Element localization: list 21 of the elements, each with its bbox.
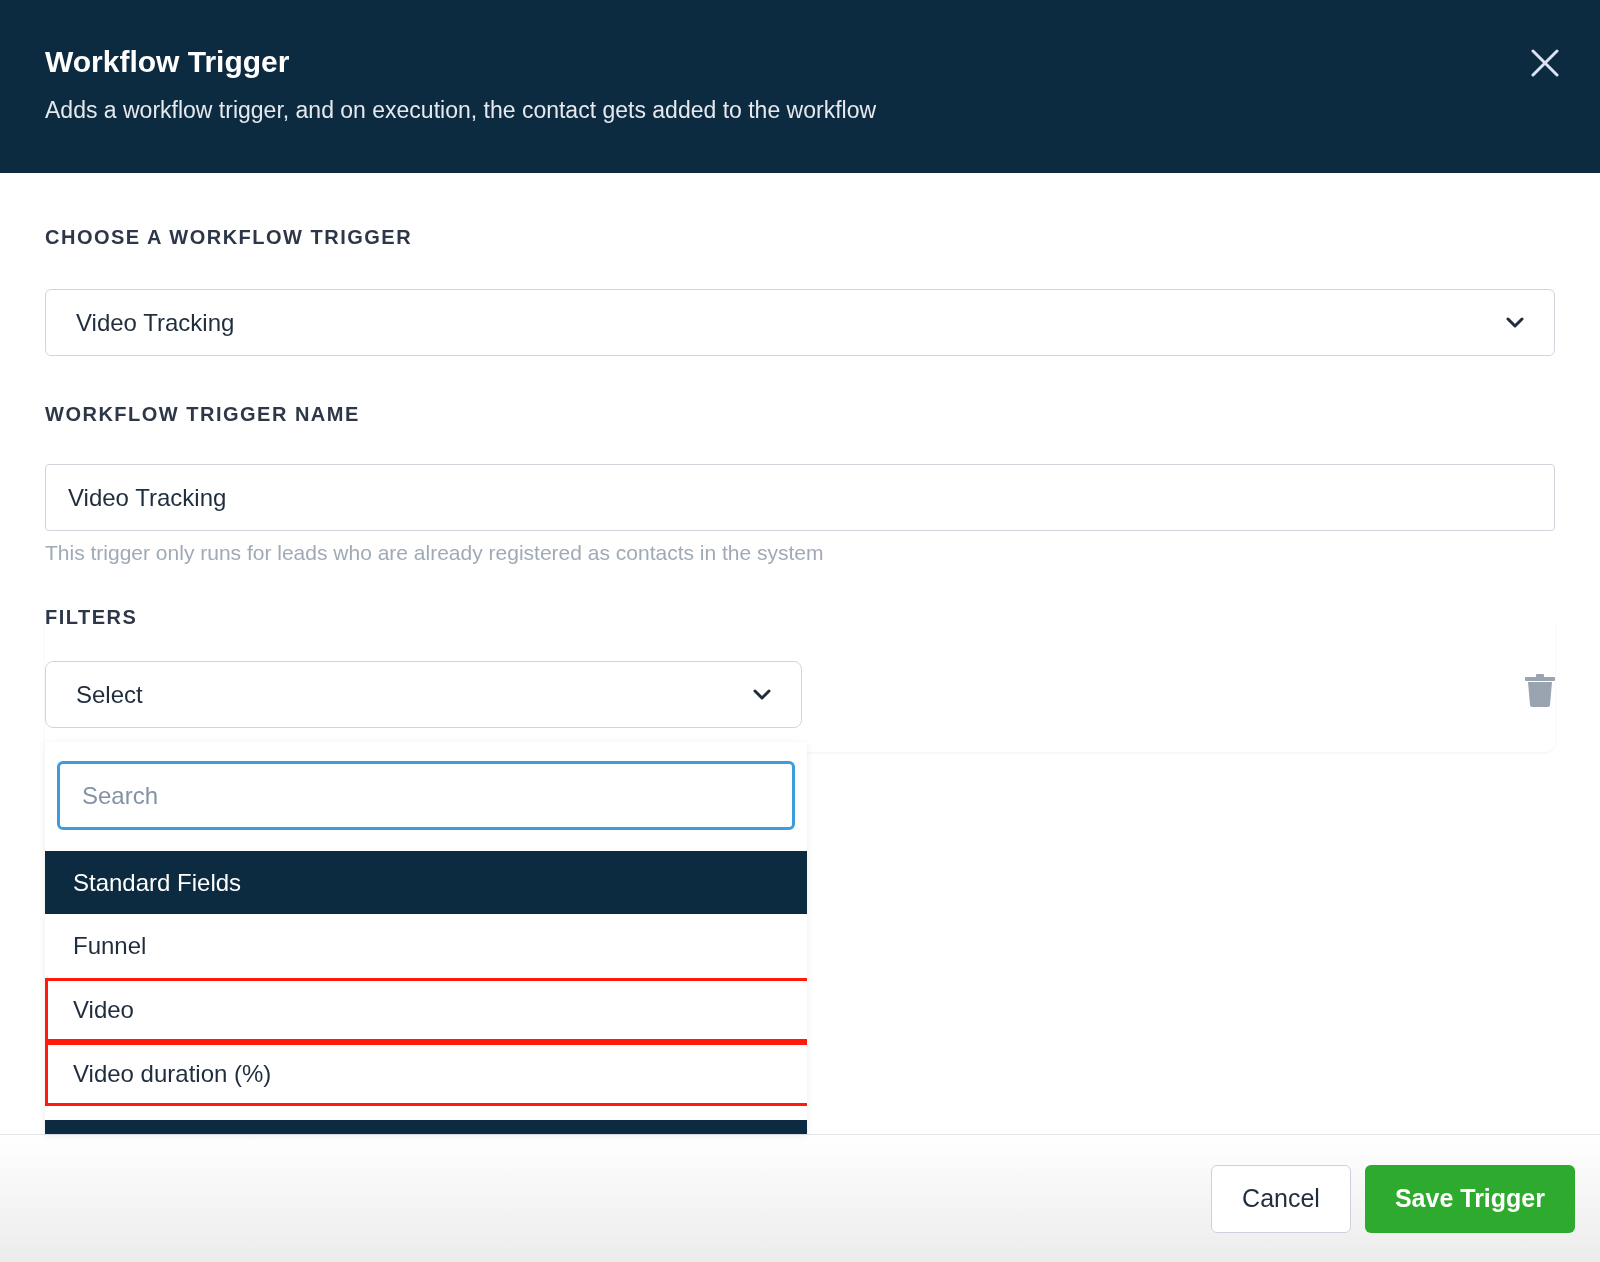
trash-icon [1525, 673, 1555, 707]
group-header: Standard Fields [45, 851, 807, 914]
close-icon [1531, 49, 1559, 77]
chevron-down-icon [753, 688, 771, 701]
search-field[interactable]: Search [57, 761, 795, 830]
close-button[interactable] [1530, 48, 1560, 78]
chevron-down-icon [1506, 316, 1524, 329]
trigger-select[interactable]: Video Tracking [45, 289, 1555, 356]
field-label: CHOOSE A WORKFLOW TRIGGER [45, 225, 414, 249]
field-hint: This trigger only runs for leads who are already registered as contacts in the system [45, 540, 825, 566]
delete-button[interactable] [1525, 673, 1555, 707]
dialog-subtitle: Adds a workflow trigger, and on execution, the contact gets added to the workflow [45, 96, 877, 124]
dropdown-option[interactable]: Video duration (%) [45, 1042, 807, 1106]
field-label: WORKFLOW TRIGGER NAME [45, 402, 361, 426]
dialog-title: Workflow Trigger [45, 44, 291, 80]
dropdown-option[interactable]: Funnel [45, 914, 807, 978]
dropdown-option[interactable]: Video [45, 978, 807, 1042]
field-label: FILTERS [45, 605, 139, 629]
filter-select[interactable]: Select [45, 661, 802, 728]
trigger-name-field[interactable]: Video Tracking [45, 464, 1555, 531]
cancel-button[interactable]: Cancel [1211, 1165, 1351, 1233]
